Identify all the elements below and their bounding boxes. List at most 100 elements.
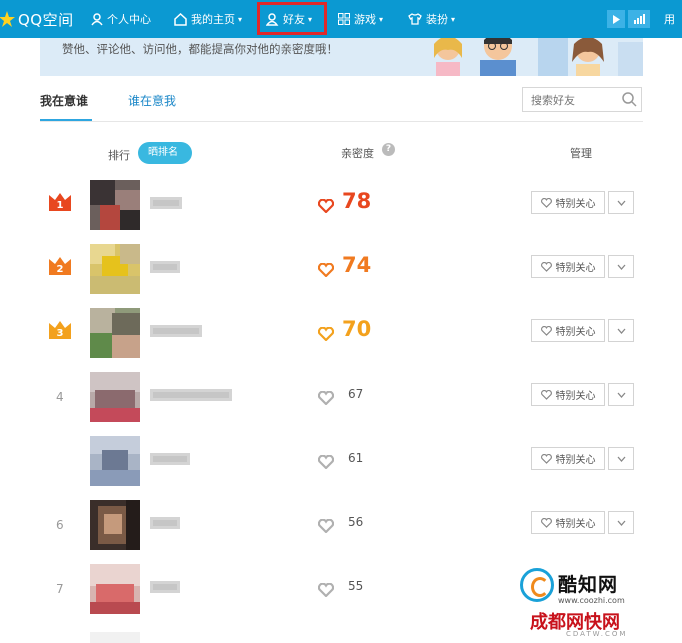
chevron-down-icon xyxy=(617,520,625,526)
more-options-button[interactable] xyxy=(608,191,634,214)
watermark-url: www.coozhi.com xyxy=(558,596,625,605)
special-care-button[interactable]: 特别关心 xyxy=(531,383,605,406)
heart-icon xyxy=(318,519,334,533)
person-icon xyxy=(91,12,103,25)
crown-rank-icon: 1 xyxy=(49,193,71,211)
caret-down-icon: ▾ xyxy=(379,14,384,24)
more-options-button[interactable] xyxy=(608,255,634,278)
friend-avatar-partial[interactable] xyxy=(90,632,140,643)
nav-decorate[interactable]: 装扮 ▾ xyxy=(408,0,455,38)
chevron-down-icon xyxy=(617,456,625,462)
friend-search-input[interactable] xyxy=(529,89,619,112)
more-options-button[interactable] xyxy=(608,511,634,534)
special-care-label: 特别关心 xyxy=(555,391,596,402)
brand-name: QQ空间 xyxy=(18,10,74,29)
search-icon[interactable] xyxy=(622,92,637,107)
play-button[interactable] xyxy=(607,10,625,28)
heart-outline-icon xyxy=(540,261,552,272)
special-care-button[interactable]: 特别关心 xyxy=(531,447,605,470)
intimacy-banner: 赞他、评论他、访问他，都能提高你对他的亲密度哦！ xyxy=(40,38,643,76)
friend-name-blurred[interactable] xyxy=(150,389,232,401)
friend-name-blurred[interactable] xyxy=(150,581,180,593)
nav-label: 装扮 xyxy=(426,13,448,26)
heart-outline-icon xyxy=(540,517,552,528)
coozhi-logo-icon xyxy=(520,568,554,602)
watermark-brand-url: CDATW.COM xyxy=(566,630,628,638)
heart-outline-icon xyxy=(540,197,552,208)
friend-name-blurred[interactable] xyxy=(150,197,182,209)
intimacy-score: 78 xyxy=(342,189,372,213)
friend-search-box xyxy=(522,87,642,112)
friend-row: 2 74 特别关心 xyxy=(0,244,682,308)
intimacy-score: 56 xyxy=(348,515,364,529)
tab-who-cares-about-me[interactable]: 谁在意我 xyxy=(128,92,176,109)
heart-icon xyxy=(318,583,334,597)
friend-avatar[interactable] xyxy=(90,500,140,550)
grid-icon xyxy=(338,13,350,25)
friend-name-blurred[interactable] xyxy=(150,261,180,273)
friend-name-blurred[interactable] xyxy=(150,325,202,337)
help-icon[interactable]: ? xyxy=(382,143,395,156)
heart-icon xyxy=(318,391,334,405)
friend-avatar[interactable] xyxy=(90,180,140,230)
tabs-divider xyxy=(40,121,643,122)
crown-rank-icon: 2 xyxy=(49,257,71,275)
friend-row: 4 67 特别关心 xyxy=(0,372,682,436)
special-care-label: 特别关心 xyxy=(555,327,596,338)
friend-avatar[interactable] xyxy=(90,436,140,486)
rank-column-header: 排行 xyxy=(108,149,130,162)
top-nav-bar: QQ空间 个人中心 我的主页 ▾ 好友 ▾ 游戏 ▾ 装扮 ▾ 用 xyxy=(0,0,682,38)
rank-number: 4 xyxy=(56,390,64,404)
svg-text:1: 1 xyxy=(57,200,64,211)
special-care-label: 特别关心 xyxy=(555,263,596,274)
special-care-button[interactable]: 特别关心 xyxy=(531,511,605,534)
qzone-logo[interactable]: QQ空间 xyxy=(0,0,74,38)
heart-icon xyxy=(318,455,334,469)
banner-illustration xyxy=(428,38,643,76)
caret-down-icon: ▾ xyxy=(238,14,243,24)
more-options-button[interactable] xyxy=(608,319,634,342)
user-menu-text[interactable]: 用 xyxy=(664,11,675,27)
friend-name-blurred[interactable] xyxy=(150,517,180,529)
friend-name-blurred[interactable] xyxy=(150,453,190,465)
svg-text:3: 3 xyxy=(57,328,64,339)
watermark-title: 酷知网 xyxy=(558,574,619,596)
signal-button[interactable] xyxy=(628,10,650,28)
nav-label: 个人中心 xyxy=(107,13,151,26)
nav-my-homepage[interactable]: 我的主页 ▾ xyxy=(174,0,242,38)
heart-outline-icon xyxy=(540,453,552,464)
signal-bar-icon xyxy=(642,14,645,24)
chevron-down-icon xyxy=(617,264,625,270)
nav-games[interactable]: 游戏 ▾ xyxy=(338,0,383,38)
rank-number: 6 xyxy=(56,518,64,532)
special-care-label: 特别关心 xyxy=(555,199,596,210)
signal-bar-icon xyxy=(639,16,642,24)
chevron-down-icon xyxy=(617,328,625,334)
tab-i-care-about[interactable]: 我在意谁 xyxy=(40,92,88,109)
friend-avatar[interactable] xyxy=(90,372,140,422)
friend-row: 1 78 特别关心 xyxy=(0,180,682,244)
crown-rank-icon: 3 xyxy=(49,321,71,339)
friend-avatar[interactable] xyxy=(90,564,140,614)
nav-label: 游戏 xyxy=(354,13,376,26)
friends-highlight-box xyxy=(257,2,327,35)
more-options-button[interactable] xyxy=(608,383,634,406)
signal-bar-icon xyxy=(636,18,639,24)
manage-column-header: 管理 xyxy=(570,147,592,160)
nav-personal-center[interactable]: 个人中心 xyxy=(91,0,151,38)
special-care-button[interactable]: 特别关心 xyxy=(531,319,605,342)
intimacy-score: 70 xyxy=(342,317,372,341)
star-logo-icon xyxy=(0,11,15,27)
play-icon xyxy=(613,14,620,24)
intimacy-score: 67 xyxy=(348,387,364,401)
share-rank-toggle[interactable]: 晒排名 xyxy=(138,142,192,164)
special-care-button[interactable]: 特别关心 xyxy=(531,255,605,278)
rank-number: 7 xyxy=(56,582,64,596)
friend-row: 61 特别关心 xyxy=(0,436,682,500)
more-options-button[interactable] xyxy=(608,447,634,470)
special-care-button[interactable]: 特别关心 xyxy=(531,191,605,214)
watermark: 酷知网 www.coozhi.com 成都网快网 CDATW.COM xyxy=(520,568,680,643)
nav-label: 我的主页 xyxy=(191,13,235,26)
friend-avatar[interactable] xyxy=(90,308,140,358)
friend-avatar[interactable] xyxy=(90,244,140,294)
